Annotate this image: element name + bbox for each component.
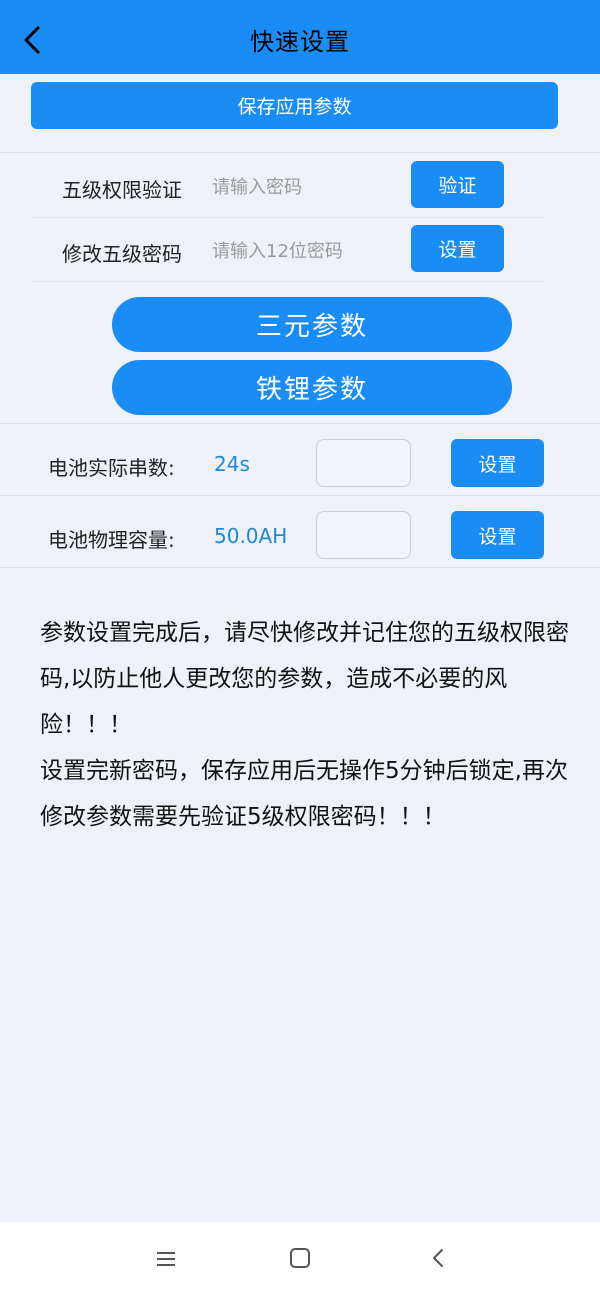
series-count-label: 电池实际串数: — [48, 456, 175, 480]
verify-password-input[interactable] — [212, 172, 392, 202]
notice-paragraph: 参数设置完成后，请尽快修改并记住您的五级权限密码,以防止他人更改您的参数，造成不… — [40, 620, 569, 738]
app-root: 快速设置 保存应用参数 五级权限验证 验证 修改五级密码 设置 三元参数 铁锂参… — [0, 0, 600, 1299]
divider — [0, 423, 600, 424]
menu-icon — [157, 1252, 175, 1266]
series-count-input[interactable] — [316, 439, 411, 487]
back-triangle-icon — [433, 1249, 443, 1267]
verify-button[interactable]: 验证 — [411, 161, 504, 208]
page-title: 快速设置 — [250, 28, 350, 56]
app-header: 快速设置 — [0, 0, 600, 74]
capacity-value: 50.0AH — [214, 524, 288, 548]
notice-text: 参数设置完成后，请尽快修改并记住您的五级权限密码,以防止他人更改您的参数，造成不… — [40, 610, 580, 840]
divider — [0, 495, 600, 496]
divider — [31, 217, 544, 218]
capacity-label: 电池物理容量: — [48, 528, 175, 552]
verify-label: 五级权限验证 — [62, 178, 182, 202]
notice-paragraph: 设置完新密码，保存应用后无操作5分钟后锁定,再次修改参数需要先验证5级权限密码！… — [40, 758, 568, 830]
set-capacity-button[interactable]: 设置 — [451, 511, 544, 559]
ternary-params-button[interactable]: 三元参数 — [112, 297, 512, 352]
system-nav-bar — [0, 1222, 600, 1299]
square-home-icon — [290, 1248, 310, 1268]
new-password-input[interactable] — [212, 236, 402, 266]
set-password-button[interactable]: 设置 — [411, 225, 504, 272]
save-apply-button[interactable]: 保存应用参数 — [31, 82, 558, 129]
change-password-label: 修改五级密码 — [62, 242, 182, 266]
home-button[interactable] — [289, 1247, 311, 1269]
divider — [0, 567, 600, 568]
menu-button[interactable] — [154, 1247, 178, 1271]
lifepo4-params-button[interactable]: 铁锂参数 — [112, 360, 512, 415]
capacity-input[interactable] — [316, 511, 411, 559]
set-series-count-button[interactable]: 设置 — [451, 439, 544, 487]
divider — [31, 281, 544, 282]
series-count-value: 24s — [214, 452, 250, 476]
system-back-button[interactable] — [428, 1246, 448, 1270]
divider — [0, 152, 600, 153]
